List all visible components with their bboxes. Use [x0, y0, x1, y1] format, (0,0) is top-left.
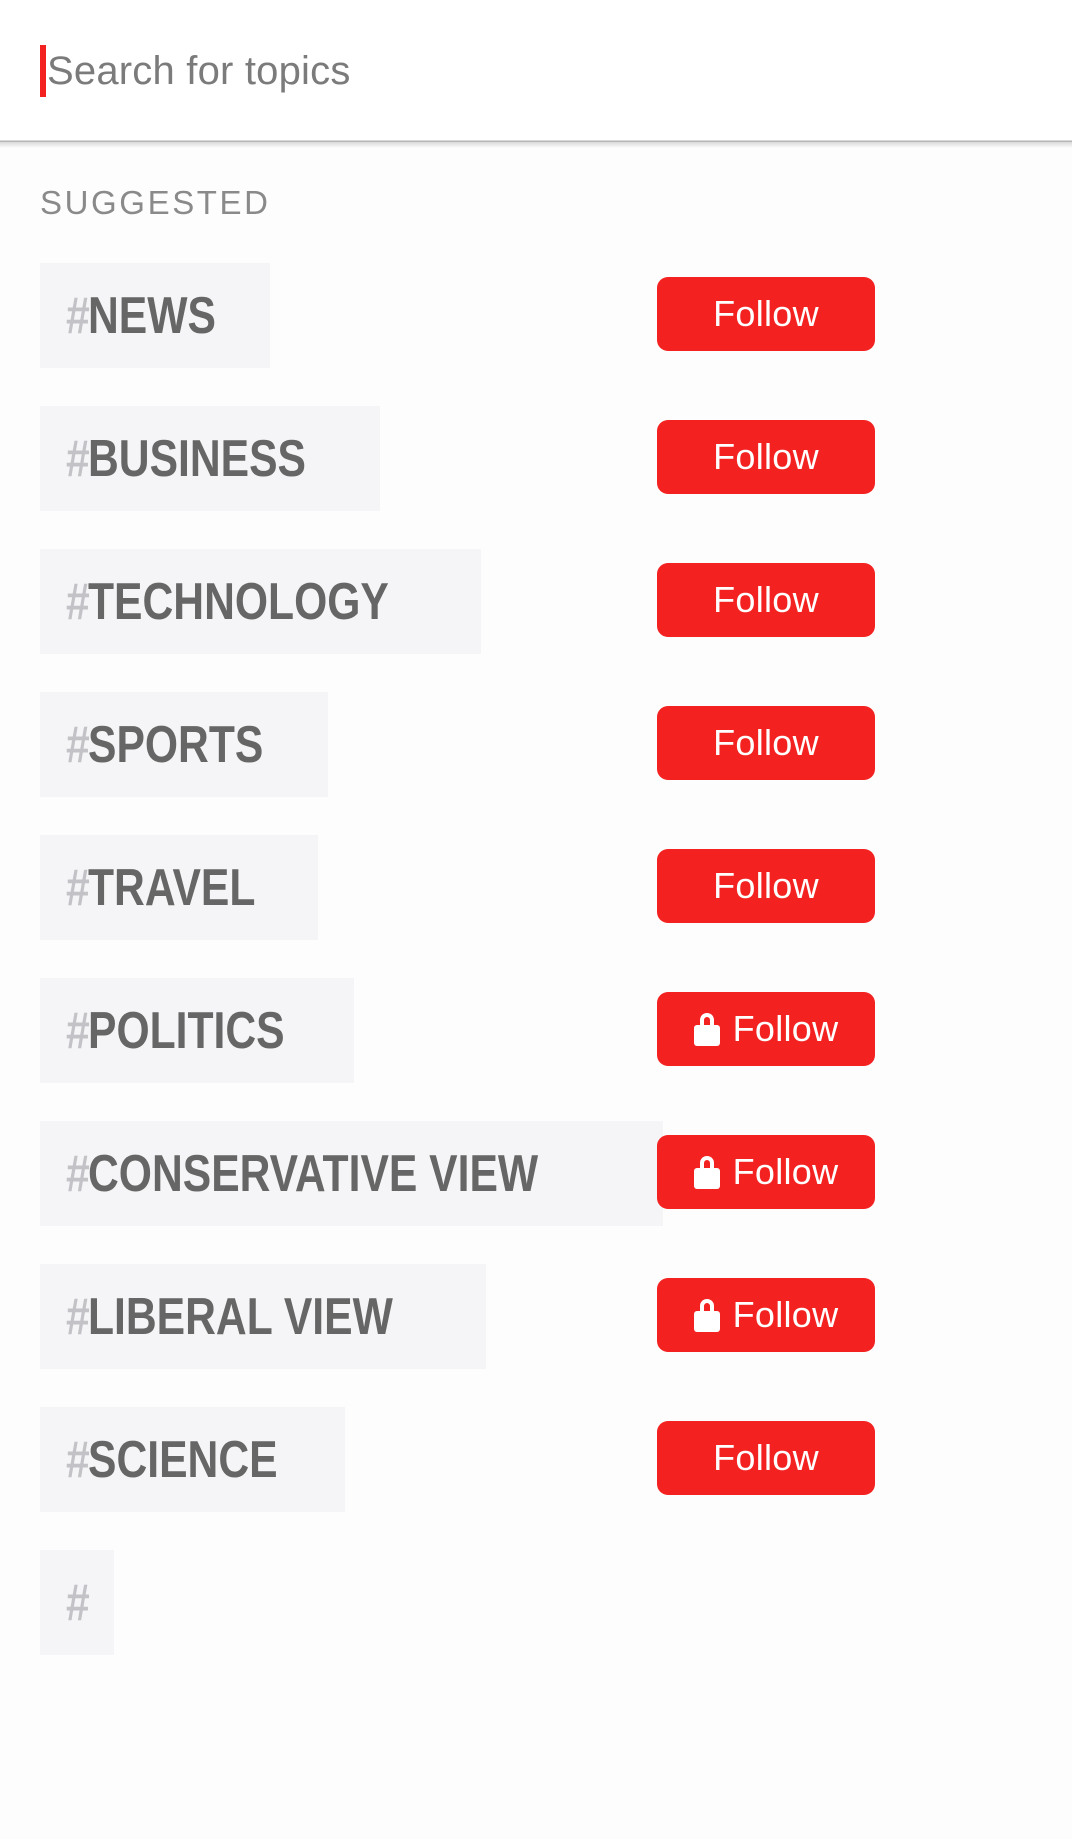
follow-button[interactable]: Follow [657, 1421, 875, 1495]
follow-button[interactable]: Follow [657, 563, 875, 637]
topic-name: LIBERAL VIEW [87, 1287, 393, 1346]
topic-row: # SCIENCE Follow [0, 1397, 1072, 1540]
follow-button-label: Follow [713, 436, 819, 477]
section-header-suggested: SUGGESTED [40, 184, 271, 221]
topic-chip[interactable]: # NEWS [40, 263, 270, 368]
topic-row: # NEWS Follow [0, 253, 1072, 396]
search-bar[interactable]: Search for topics [0, 0, 1072, 141]
follow-button-label: Follow [713, 722, 819, 763]
lock-icon [693, 1155, 720, 1189]
follow-button[interactable]: Follow [657, 706, 875, 780]
topic-row: # BUSINESS Follow [0, 396, 1072, 539]
topic-name: POLITICS [87, 1001, 285, 1060]
topic-name: TRAVEL [87, 858, 256, 917]
follow-button[interactable]: Follow [657, 1135, 875, 1209]
follow-button-label: Follow [713, 865, 819, 906]
hash-symbol: # [66, 858, 90, 917]
topic-chip[interactable]: # POLITICS [40, 978, 354, 1083]
follow-button[interactable]: Follow [657, 1278, 875, 1352]
topic-chip[interactable]: # BUSINESS [40, 406, 380, 511]
topic-name: SPORTS [87, 715, 264, 774]
follow-button-label: Follow [713, 293, 819, 334]
follow-button-label: Follow [732, 1008, 839, 1049]
lock-icon [693, 1298, 720, 1332]
hash-symbol: # [66, 715, 90, 774]
hash-symbol: # [66, 1001, 90, 1060]
follow-button-label: Follow [713, 579, 819, 620]
topic-chip[interactable]: # SPORTS [40, 692, 328, 797]
topic-row: # [0, 1540, 1072, 1683]
follow-button[interactable]: Follow [657, 849, 875, 923]
hash-symbol: # [66, 572, 90, 631]
topic-name: NEWS [87, 286, 216, 345]
topic-name: TECHNOLOGY [87, 572, 389, 631]
topic-name: SCIENCE [87, 1430, 278, 1489]
topic-name: CONSERVATIVE VIEW [87, 1144, 539, 1203]
search-bar-shadow [0, 141, 1072, 148]
topic-row: # CONSERVATIVE VIEW Follow [0, 1111, 1072, 1254]
topic-row: # POLITICS Follow [0, 968, 1072, 1111]
topic-chip[interactable]: # TECHNOLOGY [40, 549, 481, 654]
follow-button[interactable]: Follow [657, 992, 875, 1066]
follow-button-label: Follow [732, 1151, 839, 1192]
follow-button-label: Follow [713, 1437, 819, 1478]
hash-symbol: # [66, 286, 90, 345]
topic-chip[interactable]: # TRAVEL [40, 835, 319, 940]
follow-button[interactable]: Follow [657, 420, 875, 494]
search-input[interactable]: Search for topics [40, 43, 351, 99]
text-caret [40, 44, 46, 97]
topic-row: # TRAVEL Follow [0, 825, 1072, 968]
topic-row: # SPORTS Follow [0, 682, 1072, 825]
topic-search-screen: Search for topics SUGGESTED # NEWS Follow #… [0, 0, 1072, 1839]
topic-rows: # NEWS Follow # BUSINESS Follow # TECHNOLOGY Fol… [0, 253, 1072, 1683]
hash-symbol: # [66, 1430, 90, 1489]
lock-icon [693, 1012, 720, 1046]
topic-row: # LIBERAL VIEW Follow [0, 1254, 1072, 1397]
topic-chip[interactable]: # SCIENCE [40, 1407, 346, 1512]
topic-name: BUSINESS [87, 429, 306, 488]
topic-chip[interactable]: # LIBERAL VIEW [40, 1264, 486, 1369]
follow-button[interactable]: Follow [657, 277, 875, 351]
search-placeholder: Search for topics [47, 48, 351, 93]
topic-chip[interactable]: # [40, 1550, 114, 1655]
topic-chip[interactable]: # CONSERVATIVE VIEW [40, 1121, 663, 1226]
follow-button-label: Follow [732, 1294, 839, 1335]
hash-symbol: # [66, 1573, 90, 1632]
topic-row: # TECHNOLOGY Follow [0, 539, 1072, 682]
hash-symbol: # [66, 1144, 90, 1203]
hash-symbol: # [66, 1287, 90, 1346]
suggested-topics-list: SUGGESTED # NEWS Follow # BUSINESS Follow # TEC… [0, 148, 1072, 1839]
hash-symbol: # [66, 429, 90, 488]
